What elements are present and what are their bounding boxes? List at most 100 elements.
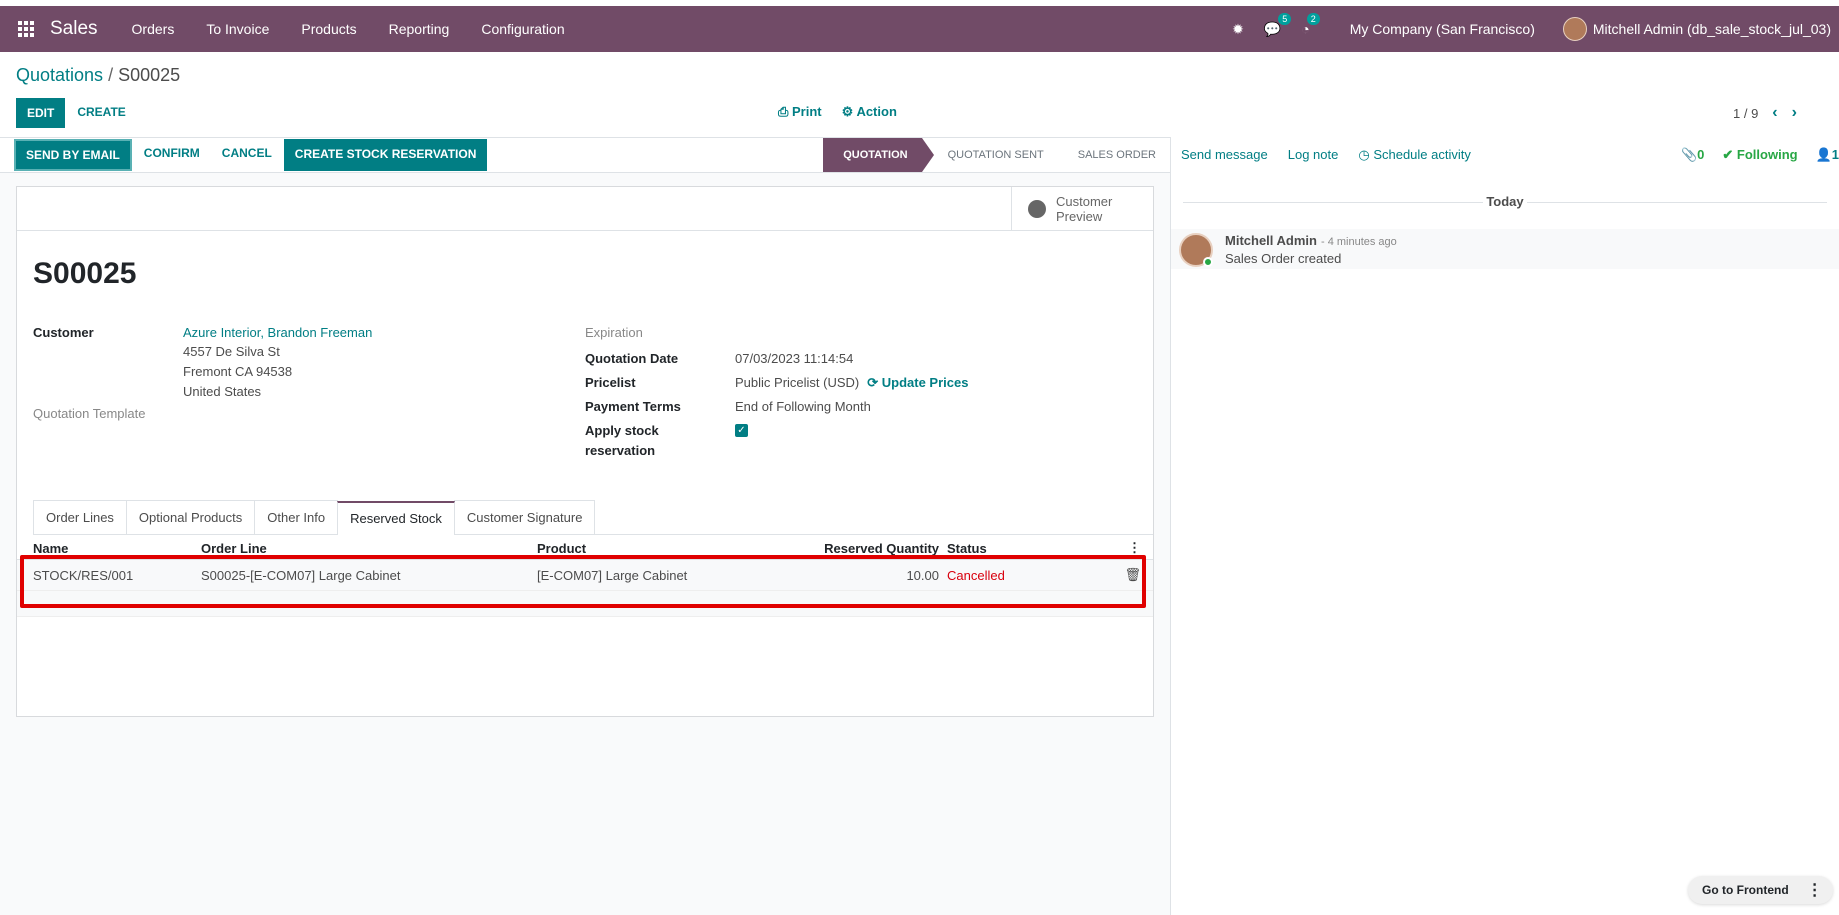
menu-reporting[interactable]: Reporting [373, 21, 466, 37]
pager-previous-icon[interactable]: ‹ [1772, 104, 1777, 122]
online-status-icon [1203, 257, 1213, 267]
app-brand[interactable]: Sales [50, 18, 98, 40]
chatter-panel: Send message Log note ◷ Schedule activit… [1170, 137, 1839, 915]
action-label: Action [856, 104, 897, 119]
pricelist-field[interactable]: Public Pricelist (USD) [735, 373, 859, 393]
breadcrumb-quotations[interactable]: Quotations [16, 65, 103, 85]
print-button[interactable]: ⎙ Print [778, 104, 822, 120]
stage-pipeline: QUOTATION QUOTATION SENT SALES ORDER [823, 138, 1170, 172]
following-label: Following [1736, 147, 1798, 162]
user-avatar[interactable] [1562, 17, 1587, 41]
quotation-template-label: Quotation Template [33, 406, 146, 421]
update-prices-button[interactable]: ⟳ Update Prices [867, 373, 968, 393]
chat-icon[interactable]: 💬 5 [1264, 12, 1292, 38]
address-line-3: United States [183, 384, 262, 399]
pager-next-icon[interactable]: › [1792, 104, 1797, 122]
send-message-button[interactable]: Send message [1181, 147, 1268, 162]
pager: 1 / 9 ‹ › [1733, 104, 1797, 122]
cancel-button[interactable]: CANCEL [212, 139, 282, 171]
apply-stock-label: Apply stock reservation [585, 421, 735, 461]
tab-order-lines[interactable]: Order Lines [33, 500, 127, 534]
paperclip-icon: 📎 [1680, 147, 1698, 162]
apps-menu-icon[interactable] [16, 19, 36, 39]
optional-columns-icon[interactable]: ⋮ [1067, 540, 1153, 556]
create-stock-reservation-button[interactable]: CREATE STOCK RESERVATION [283, 139, 488, 171]
col-reserved-quantity[interactable]: Reserved Quantity [797, 541, 947, 556]
menu-orders[interactable]: Orders [116, 21, 191, 37]
customer-group: Customer Azure Interior, Brandon Freeman… [33, 323, 372, 424]
tab-customer-signature[interactable]: Customer Signature [453, 500, 596, 534]
col-name[interactable]: Name [17, 541, 201, 556]
attachments-button[interactable]: 📎0 [1681, 147, 1704, 163]
stage-quotation[interactable]: QUOTATION [823, 138, 935, 172]
confirm-button[interactable]: CONFIRM [134, 139, 210, 171]
customer-preview-line2: Preview [1056, 208, 1103, 224]
form-sheet: Customer Preview S00025 Customer Azure I… [16, 186, 1154, 717]
highlight-box [20, 555, 1146, 608]
customer-field[interactable]: Azure Interior, Brandon Freeman [183, 323, 372, 343]
send-by-email-button[interactable]: SEND BY EMAIL [14, 139, 132, 171]
message-body: Sales Order created [1225, 251, 1342, 266]
payment-terms-label: Payment Terms [585, 399, 681, 414]
go-to-frontend-label: Go to Frontend [1702, 883, 1789, 897]
record-title: S00025 [33, 257, 137, 290]
apply-stock-checkbox[interactable]: ✓ [735, 424, 748, 437]
message-author[interactable]: Mitchell Admin [1225, 233, 1317, 248]
followers-count: 1 [1831, 147, 1839, 162]
activities-badge: 2 [1306, 13, 1320, 25]
go-to-frontend-button[interactable]: Go to Frontend ⋮ [1688, 876, 1833, 904]
quotation-date-label: Quotation Date [585, 351, 679, 366]
customer-preview-line1: Customer [1056, 193, 1113, 209]
menu-to-invoice[interactable]: To Invoice [190, 21, 285, 37]
refresh-icon: ⟳ [867, 375, 882, 390]
bug-icon[interactable]: ✹ [1232, 21, 1244, 38]
pager-value[interactable]: 1 / 9 [1733, 106, 1758, 121]
tab-other-info[interactable]: Other Info [254, 500, 339, 534]
payment-terms-field[interactable]: End of Following Month [735, 397, 871, 417]
attachments-count: 0 [1697, 147, 1705, 162]
print-label: Print [792, 104, 822, 119]
stage-sales-order[interactable]: SALES ORDER [1058, 138, 1170, 172]
create-button[interactable]: CREATE [67, 98, 135, 128]
messages-badge: 5 [1278, 12, 1292, 25]
author-avatar[interactable] [1179, 233, 1213, 267]
quotation-date-field[interactable]: 07/03/2023 11:14:54 [735, 349, 853, 369]
breadcrumb-current: S00025 [118, 65, 181, 85]
status-bar: SEND BY EMAIL CONFIRM CANCEL CREATE STOC… [0, 138, 1170, 173]
company-switcher[interactable]: My Company (San Francisco) [1350, 21, 1535, 37]
message-time: - 4 minutes ago [1320, 236, 1397, 248]
user-menu[interactable]: Mitchell Admin (db_sale_stock_jul_03) [1593, 21, 1831, 37]
apply-stock-label-line1: Apply stock [585, 423, 659, 438]
action-button[interactable]: ⚙ Action [842, 104, 897, 120]
tab-optional-products[interactable]: Optional Products [125, 500, 256, 534]
col-status[interactable]: Status [947, 541, 1067, 556]
address-line-1: 4557 De Silva St [183, 344, 280, 359]
customer-preview-button[interactable]: Customer Preview [1011, 187, 1153, 230]
menu-products[interactable]: Products [285, 21, 372, 37]
address-line-2: Fremont CA 94538 [183, 364, 293, 379]
empty-row [17, 616, 1153, 642]
col-order-line[interactable]: Order Line [201, 541, 537, 556]
followers-button[interactable]: 👤1 [1816, 147, 1839, 163]
clock-icon[interactable]: ◔ 2 [1301, 13, 1320, 37]
expiration-field[interactable] [735, 323, 935, 343]
chatter-message: Mitchell Admin - 4 minutes ago Sales Orde… [1171, 229, 1839, 269]
button-box: Customer Preview [17, 187, 1153, 231]
menu-configuration[interactable]: Configuration [465, 21, 580, 37]
gear-icon: ⚙ [841, 104, 857, 119]
form-view: SEND BY EMAIL CONFIRM CANCEL CREATE STOC… [0, 137, 1170, 915]
log-note-button[interactable]: Log note [1288, 147, 1339, 162]
col-product[interactable]: Product [537, 541, 797, 556]
stage-quotation-sent[interactable]: QUOTATION SENT [922, 138, 1058, 172]
edit-button[interactable]: EDIT [16, 98, 66, 128]
schedule-activity-label: Schedule activity [1373, 146, 1471, 162]
user-icon: 👤 [1815, 147, 1832, 162]
tab-reserved-stock[interactable]: Reserved Stock [337, 501, 455, 535]
kebab-menu-icon[interactable]: ⋮ [1807, 880, 1823, 900]
following-button[interactable]: ✔ Following [1722, 147, 1797, 163]
breadcrumb-separator: / [103, 65, 119, 85]
check-icon: ✔ [1722, 147, 1737, 162]
apply-stock-label-line2: reservation [585, 443, 656, 458]
schedule-activity-button[interactable]: ◷ Schedule activity [1358, 147, 1471, 163]
customer-label: Customer [33, 325, 94, 340]
